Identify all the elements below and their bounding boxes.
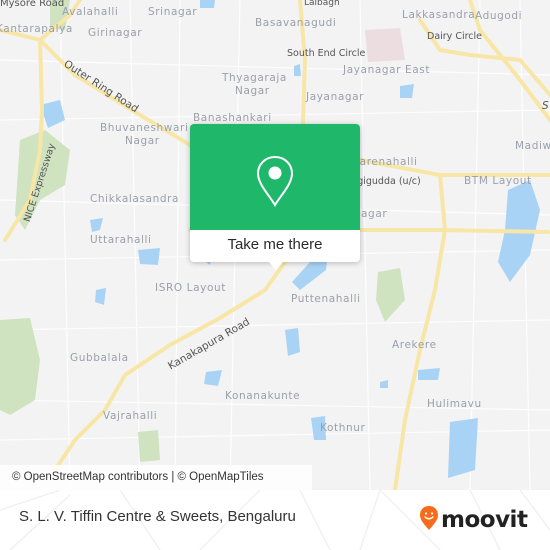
- map-label-avalahalli: Avalahalli: [62, 6, 119, 18]
- map-label-thyagaraja: Thyagaraja: [222, 72, 287, 84]
- map-label-jayanagar: Jayanagar: [306, 91, 365, 103]
- campus-area: [365, 28, 405, 62]
- map-label-madiwala: Madiwala: [515, 140, 550, 152]
- map-label-arekere: Arekere: [392, 339, 437, 351]
- map-label-girinagar: Girinagar: [88, 27, 143, 39]
- map-label-banashankari: Banashankari: [193, 112, 272, 124]
- map-label-jayanagar-east: Jayanagar East: [343, 64, 431, 76]
- map-label-hulimavu: Hulimavu: [427, 398, 482, 410]
- map-label-isro-layout: ISRO Layout: [155, 282, 226, 294]
- map-label-kothnur: Kothnur: [320, 422, 366, 434]
- park-area: [0, 318, 40, 415]
- map-label-kantarapalya: Kantarapalya: [0, 23, 73, 35]
- map-label-bhuvaneshwari: Bhuvaneshwari: [100, 122, 189, 134]
- park-area: [376, 268, 405, 322]
- place-title: S. L. V. Tiffin Centre & Sweets, Bengalu…: [19, 508, 296, 525]
- map-label-gubbalala: Gubbalala: [70, 352, 129, 364]
- map-label-srinagar: Srinagar: [148, 6, 198, 18]
- map-label-uttarahalli: Uttarahalli: [90, 234, 152, 246]
- map-label-adugodi: Adugodi: [475, 10, 523, 22]
- moovit-pin-icon: [419, 505, 439, 535]
- btm-road: [358, 228, 550, 234]
- map-label-btm-layout: BTM Layout: [464, 175, 532, 187]
- map-label-dairy-circle: Dairy Circle: [427, 31, 483, 42]
- moovit-wordmark: moovit: [441, 507, 528, 533]
- map-label-bhuvaneshwari-nagar: Nagar: [125, 135, 160, 147]
- take-me-there-button[interactable]: Take me there: [190, 230, 360, 262]
- location-popup[interactable]: Take me there: [190, 124, 360, 270]
- popup-pointer: [268, 261, 284, 270]
- map-label-konanakunte: Konanakunte: [225, 390, 301, 402]
- park-area: [138, 430, 160, 462]
- moovit-logo[interactable]: moovit: [419, 505, 528, 535]
- map-label-south-end-circle: South End Circle: [287, 48, 366, 59]
- map-label-sarjapur: S: [542, 100, 549, 112]
- map-label-chikkalasandra: Chikkalasandra: [90, 193, 180, 205]
- map-attribution[interactable]: © OpenStreetMap contributors | © OpenMap…: [0, 465, 312, 490]
- popup-header: [190, 124, 360, 230]
- map-label-basavanagudi: Basavanagudi: [255, 17, 337, 29]
- map-label-thyagaraja-nagar: Nagar: [235, 85, 270, 97]
- map-view[interactable]: Mysore Road Avalahalli Srinagar Basavana…: [0, 0, 550, 490]
- map-label-lalbagh: Lalbagh: [304, 0, 340, 8]
- location-pin-icon: [255, 154, 295, 212]
- map-label-vajrahalli: Vajrahalli: [103, 410, 158, 422]
- map-label-mysore-road: Mysore Road: [0, 0, 65, 9]
- bannerghatta-road: [393, 173, 448, 490]
- map-label-marenahalli: Marenahalli: [350, 156, 418, 168]
- map-label-lakkasandra: Lakkasandra: [402, 9, 476, 21]
- footer-bar: S. L. V. Tiffin Centre & Sweets, Bengalu…: [0, 490, 550, 550]
- map-label-puttenahalli: Puttenahalli: [291, 293, 361, 305]
